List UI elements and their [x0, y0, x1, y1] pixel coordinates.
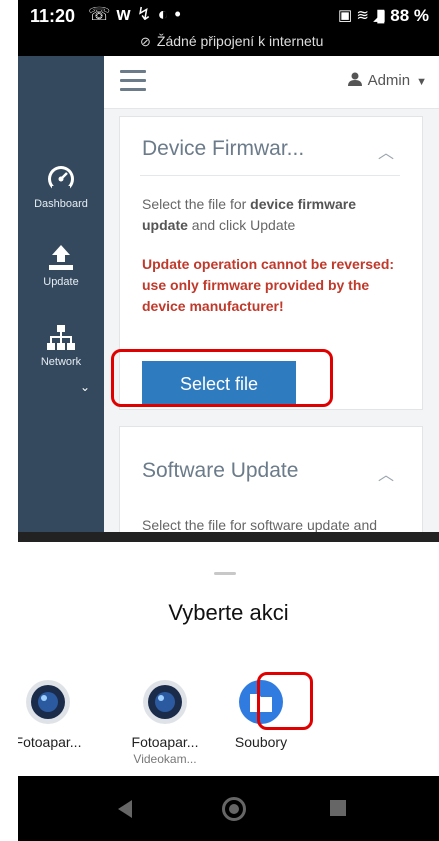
card-title: Software Update: [142, 459, 299, 482]
camera-app-icon: [26, 680, 70, 724]
desc-text: and click Update: [187, 217, 296, 233]
network-message: Žádné připojení k internetu: [156, 33, 324, 49]
no-internet-icon: ⊘: [140, 34, 151, 49]
network-status: ⊘ Žádné připojení k internetu: [140, 33, 323, 50]
cast-icon: ▣: [338, 7, 353, 24]
chooser-option-camera[interactable]: Fotoapar...: [18, 678, 98, 750]
wifi-call-icon: ☏: [88, 4, 117, 24]
software-card: Software Update ︿ Select the file for so…: [119, 426, 423, 548]
status-bar: 11:20 ☏w↯◐• ▣ ≋ ◢ ▮ 88 % ⊘ Žádné připojen…: [18, 0, 439, 56]
home-icon[interactable]: [222, 797, 246, 821]
battery-level: 88 %: [390, 6, 429, 25]
chevron-down-icon[interactable]: ⌄: [80, 380, 90, 394]
sidebar-item-label: Dashboard: [34, 198, 88, 210]
recents-icon[interactable]: [330, 800, 346, 816]
caret-down-icon: ▼: [416, 76, 427, 88]
sheet-shadow: [18, 532, 439, 542]
action-chooser-sheet: Vyberte akci Fotoapar... Fotoapar... Vid…: [18, 542, 439, 776]
desc-text: Select the file for: [142, 196, 251, 212]
sync-icon: ◐: [157, 4, 175, 24]
chooser-option-camcorder[interactable]: Fotoapar... Videokam...: [115, 678, 215, 766]
user-menu[interactable]: Admin ▼: [348, 72, 427, 89]
drag-handle[interactable]: [214, 572, 236, 575]
menu-icon[interactable]: [120, 70, 146, 92]
notification-icons: ☏w↯◐•: [88, 4, 187, 25]
option-name: Fotoapar...: [131, 734, 199, 750]
option-subtitle: Videokam...: [133, 752, 197, 766]
back-icon[interactable]: [118, 800, 132, 818]
user-icon: [348, 72, 363, 86]
divider: [140, 175, 400, 176]
dot-icon: •: [174, 4, 187, 24]
sidebar-item-label: Update: [43, 276, 79, 288]
battery-indicator: ▮ 88 %: [376, 6, 429, 26]
battery-icon: ▮: [376, 6, 386, 25]
network-icon: [47, 325, 75, 350]
sidebar-item-label: Network: [40, 356, 82, 368]
option-name: Fotoapar...: [18, 734, 82, 750]
gauge-icon: [48, 166, 74, 192]
camera-app-icon: [143, 680, 187, 724]
chevron-up-icon[interactable]: ︿: [378, 139, 394, 163]
card-title: Device Firmwar...: [142, 137, 305, 160]
sheet-title: Vyberte akci: [168, 600, 289, 625]
activity-icon: ↯: [136, 4, 158, 24]
top-bar: Admin ▼: [104, 56, 439, 109]
highlight-box: [257, 672, 313, 730]
firmware-description: Select the file for device firmware upda…: [142, 194, 404, 236]
wifi-icon: ≋: [356, 7, 369, 24]
chevron-up-icon[interactable]: ︿: [378, 461, 394, 485]
navigation-bar: [18, 776, 439, 841]
sidebar-item-network[interactable]: Network: [18, 322, 104, 368]
sidebar-item-update[interactable]: Update: [18, 242, 104, 288]
user-name: Admin: [367, 72, 411, 89]
upload-icon: [49, 245, 73, 270]
highlight-box: [111, 349, 333, 407]
sidebar-item-dashboard[interactable]: Dashboard: [18, 164, 104, 210]
sidebar: Dashboard Update Network ⌄: [18, 56, 104, 542]
status-time: 11:20: [30, 6, 76, 26]
phone-screen: 11:20 ☏w↯◐• ▣ ≋ ◢ ▮ 88 % ⊘ Žádné připojen…: [18, 0, 439, 841]
web-app: Dashboard Update Network ⌄ Admin ▼ Devic…: [18, 56, 439, 548]
option-name: Soubory: [234, 734, 288, 750]
app-w-icon: w: [116, 4, 137, 24]
software-description: Select the file for software update and: [142, 517, 378, 533]
firmware-warning: Update operation cannot be reversed: use…: [142, 256, 395, 314]
